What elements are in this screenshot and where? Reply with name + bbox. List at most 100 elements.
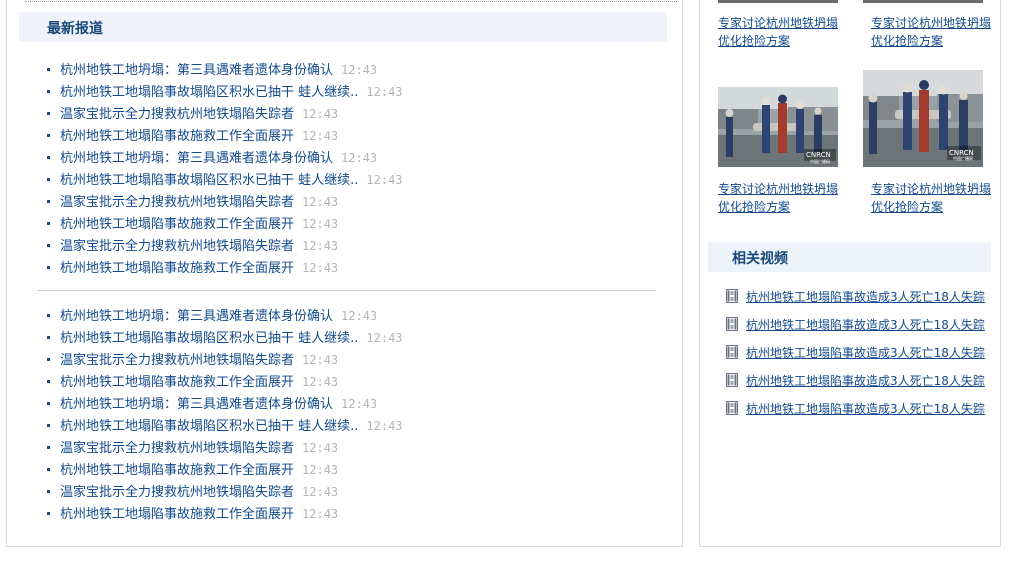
news-item: 温家宝批示全力搜救杭州地铁塌陷失踪者 12:43 — [47, 349, 403, 371]
bullet-icon — [47, 445, 50, 449]
photo-thumb-top[interactable] — [718, 0, 838, 3]
video-item: 杭州地铁工地塌陷事故造成3人死亡18人失踪 — [726, 343, 985, 371]
news-timestamp: 12:43 — [366, 419, 403, 433]
photo-caption-link[interactable]: 专家讨论杭州地铁坍塌 优化抢险方案 — [718, 180, 843, 216]
news-headline-link[interactable]: 杭州地铁工地坍塌：第三具遇难者遗体身份确认 — [60, 63, 333, 78]
bullet-icon — [47, 379, 50, 383]
news-item: 温家宝批示全力搜救杭州地铁塌陷失踪者 12:43 — [47, 481, 403, 503]
list-divider — [37, 290, 656, 291]
video-item: 杭州地铁工地塌陷事故造成3人死亡18人失踪 — [726, 315, 985, 343]
related-videos-title: 相关视频 — [732, 251, 788, 267]
news-item: 杭州地铁工地塌陷事故塌陷区积水已抽干 蛙人继续.. 12:43 — [47, 81, 403, 103]
news-item: 温家宝批示全力搜救杭州地铁塌陷失踪者 12:43 — [47, 103, 403, 125]
news-item: 杭州地铁工地塌陷事故施救工作全面展开 12:43 — [47, 213, 403, 235]
news-timestamp: 12:43 — [302, 261, 339, 275]
news-photo[interactable]: CNRCN 中国广播网 — [718, 87, 838, 167]
news-timestamp: 12:43 — [302, 239, 339, 253]
news-timestamp: 12:43 — [302, 375, 339, 389]
news-headline-link[interactable]: 温家宝批示全力搜救杭州地铁塌陷失踪者 — [60, 485, 294, 500]
news-timestamp: 12:43 — [341, 397, 378, 411]
news-headline-link[interactable]: 杭州地铁工地塌陷事故塌陷区积水已抽干 蛙人继续.. — [60, 173, 358, 188]
news-item: 杭州地铁工地塌陷事故塌陷区积水已抽干 蛙人继续.. 12:43 — [47, 169, 403, 191]
latest-news-header: 最新报道 — [19, 12, 667, 42]
news-item: 温家宝批示全力搜救杭州地铁塌陷失踪者 12:43 — [47, 235, 403, 257]
bullet-icon — [47, 221, 50, 225]
news-item: 杭州地铁工地塌陷事故施救工作全面展开 12:43 — [47, 459, 403, 481]
svg-text:中国广播网: 中国广播网 — [953, 155, 973, 161]
news-headline-link[interactable]: 温家宝批示全力搜救杭州地铁塌陷失踪者 — [60, 353, 294, 368]
news-item: 杭州地铁工地塌陷事故施救工作全面展开 12:43 — [47, 371, 403, 393]
video-link[interactable]: 杭州地铁工地塌陷事故造成3人死亡18人失踪 — [746, 318, 985, 332]
bullet-icon — [47, 401, 50, 405]
news-list-1: 杭州地铁工地坍塌：第三具遇难者遗体身份确认 12:43 杭州地铁工地塌陷事故塌陷区积… — [47, 59, 403, 279]
news-timestamp: 12:43 — [302, 353, 339, 367]
video-item: 杭州地铁工地塌陷事故造成3人死亡18人失踪 — [726, 371, 985, 399]
related-videos-list: 杭州地铁工地塌陷事故造成3人死亡18人失踪 杭州地铁工地塌陷事故造成3人死亡18人… — [726, 287, 985, 427]
news-item: 杭州地铁工地塌陷事故塌陷区积水已抽干 蛙人继续.. 12:43 — [47, 327, 403, 349]
news-headline-link[interactable]: 杭州地铁工地塌陷事故施救工作全面展开 — [60, 375, 294, 390]
news-headline-link[interactable]: 杭州地铁工地塌陷事故塌陷区积水已抽干 蛙人继续.. — [60, 331, 358, 346]
film-icon — [726, 373, 738, 387]
bullet-icon — [47, 177, 50, 181]
dotted-divider — [25, 1, 677, 2]
news-timestamp: 12:43 — [302, 507, 339, 521]
news-headline-link[interactable]: 杭州地铁工地塌陷事故施救工作全面展开 — [60, 507, 294, 522]
news-timestamp: 12:43 — [302, 463, 339, 477]
bullet-icon — [47, 313, 50, 317]
video-link[interactable]: 杭州地铁工地塌陷事故造成3人死亡18人失踪 — [746, 290, 985, 304]
news-headline-link[interactable]: 杭州地铁工地塌陷事故塌陷区积水已抽干 蛙人继续.. — [60, 85, 358, 100]
news-headline-link[interactable]: 杭州地铁工地塌陷事故施救工作全面展开 — [60, 129, 294, 144]
news-item: 杭州地铁工地塌陷事故施救工作全面展开 12:43 — [47, 503, 403, 525]
bullet-icon — [47, 133, 50, 137]
video-link[interactable]: 杭州地铁工地塌陷事故造成3人死亡18人失踪 — [746, 346, 985, 360]
news-item: 杭州地铁工地塌陷事故塌陷区积水已抽干 蛙人继续.. 12:43 — [47, 415, 403, 437]
bullet-icon — [47, 111, 50, 115]
news-item: 杭州地铁工地坍塌：第三具遇难者遗体身份确认 12:43 — [47, 147, 403, 169]
svg-text:中国广播网: 中国广播网 — [810, 158, 830, 164]
film-icon — [726, 289, 738, 303]
bullet-icon — [47, 335, 50, 339]
video-item: 杭州地铁工地塌陷事故造成3人死亡18人失踪 — [726, 287, 985, 315]
related-videos-header: 相关视频 — [708, 242, 991, 272]
news-timestamp: 12:43 — [302, 129, 339, 143]
photo-caption-link[interactable]: 专家讨论杭州地铁坍塌 优化抢险方案 — [718, 14, 843, 50]
video-link[interactable]: 杭州地铁工地塌陷事故造成3人死亡18人失踪 — [746, 374, 985, 388]
bullet-icon — [47, 155, 50, 159]
bullet-icon — [47, 467, 50, 471]
bullet-icon — [47, 489, 50, 493]
news-timestamp: 12:43 — [366, 85, 403, 99]
news-item: 杭州地铁工地塌陷事故施救工作全面展开 12:43 — [47, 125, 403, 147]
news-headline-link[interactable]: 温家宝批示全力搜救杭州地铁塌陷失踪者 — [60, 441, 294, 456]
news-item: 温家宝批示全力搜救杭州地铁塌陷失踪者 12:43 — [47, 191, 403, 213]
news-headline-link[interactable]: 杭州地铁工地塌陷事故塌陷区积水已抽干 蛙人继续.. — [60, 419, 358, 434]
bullet-icon — [47, 511, 50, 515]
news-headline-link[interactable]: 杭州地铁工地塌陷事故施救工作全面展开 — [60, 217, 294, 232]
news-timestamp: 12:43 — [366, 331, 403, 345]
video-link[interactable]: 杭州地铁工地塌陷事故造成3人死亡18人失踪 — [746, 402, 985, 416]
photo-caption-link[interactable]: 专家讨论杭州地铁坍塌 优化抢险方案 — [871, 14, 996, 50]
news-headline-link[interactable]: 杭州地铁工地塌陷事故施救工作全面展开 — [60, 261, 294, 276]
photo-caption-link[interactable]: 专家讨论杭州地铁坍塌 优化抢险方案 — [871, 180, 996, 216]
latest-news-panel: 最新报道 杭州地铁工地坍塌：第三具遇难者遗体身份确认 12:43 杭州地铁工地塌陷事… — [6, 0, 683, 547]
news-headline-link[interactable]: 温家宝批示全力搜救杭州地铁塌陷失踪者 — [60, 239, 294, 254]
news-headline-link[interactable]: 杭州地铁工地塌陷事故施救工作全面展开 — [60, 463, 294, 478]
bullet-icon — [47, 243, 50, 247]
news-item: 温家宝批示全力搜救杭州地铁塌陷失踪者 12:43 — [47, 437, 403, 459]
news-timestamp: 12:43 — [302, 107, 339, 121]
bullet-icon — [47, 357, 50, 361]
photo-thumb-top[interactable] — [863, 0, 983, 3]
news-item: 杭州地铁工地塌陷事故施救工作全面展开 12:43 — [47, 257, 403, 279]
news-headline-link[interactable]: 温家宝批示全力搜救杭州地铁塌陷失踪者 — [60, 195, 294, 210]
news-timestamp: 12:43 — [302, 217, 339, 231]
news-headline-link[interactable]: 杭州地铁工地坍塌：第三具遇难者遗体身份确认 — [60, 151, 333, 166]
news-timestamp: 12:43 — [302, 441, 339, 455]
news-timestamp: 12:43 — [341, 63, 378, 77]
news-timestamp: 12:43 — [302, 195, 339, 209]
news-item: 杭州地铁工地坍塌：第三具遇难者遗体身份确认 12:43 — [47, 305, 403, 327]
news-headline-link[interactable]: 杭州地铁工地坍塌：第三具遇难者遗体身份确认 — [60, 397, 333, 412]
video-item: 杭州地铁工地塌陷事故造成3人死亡18人失踪 — [726, 399, 985, 427]
news-photo[interactable]: CNRCN 中国广播网 — [863, 70, 983, 167]
news-headline-link[interactable]: 杭州地铁工地坍塌：第三具遇难者遗体身份确认 — [60, 309, 333, 324]
bullet-icon — [47, 265, 50, 269]
news-headline-link[interactable]: 温家宝批示全力搜救杭州地铁塌陷失踪者 — [60, 107, 294, 122]
